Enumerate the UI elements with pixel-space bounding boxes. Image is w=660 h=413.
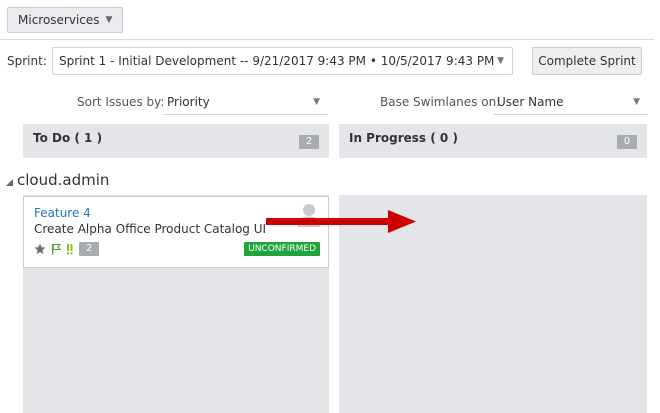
sort-issues-select[interactable]: Priority ▼ xyxy=(164,89,328,115)
sort-issues-label: Sort Issues by: xyxy=(77,95,165,109)
drag-arrow-icon xyxy=(266,210,416,233)
column-header-todo: To Do ( 1 ) 2 xyxy=(23,124,329,158)
sort-issues-value: Priority xyxy=(167,95,210,109)
flag-icon xyxy=(52,243,61,255)
swimlanes-value: User Name xyxy=(497,95,564,109)
chevron-down-icon: ▼ xyxy=(497,56,504,66)
complete-sprint-button[interactable]: Complete Sprint xyxy=(532,47,642,75)
issue-id-link[interactable]: Feature 4 xyxy=(34,206,91,220)
project-selector-button[interactable]: Microservices ▼ xyxy=(7,7,124,33)
star-icon[interactable] xyxy=(34,243,46,255)
swimlane-name: cloud.admin xyxy=(17,171,110,189)
column-count-badge: 0 xyxy=(617,135,637,149)
chevron-down-icon: ▼ xyxy=(633,97,640,107)
swimlanes-select[interactable]: User Name ▼ xyxy=(494,89,648,115)
header-divider xyxy=(0,39,654,40)
column-title: To Do ( 1 ) xyxy=(33,131,103,145)
agile-board-page: Microservices ▼ Sprint: Sprint 1 - Initi… xyxy=(0,0,660,413)
sprint-select-value: Sprint 1 - Initial Development -- 9/21/2… xyxy=(59,54,495,68)
chevron-down-icon: ▼ xyxy=(313,97,320,107)
sprint-label: Sprint: xyxy=(7,54,47,68)
sprint-select[interactable]: Sprint 1 - Initial Development -- 9/21/2… xyxy=(52,47,513,75)
priority-icon xyxy=(67,244,73,255)
column-title: In Progress ( 0 ) xyxy=(349,131,458,145)
project-selector-label: Microservices xyxy=(18,13,100,27)
issue-count-badge: 2 xyxy=(79,242,99,256)
collapse-triangle-icon[interactable] xyxy=(6,178,13,186)
swimlanes-label: Base Swimlanes on: xyxy=(380,95,501,109)
column-count-badge: 2 xyxy=(299,135,319,149)
column-header-in-progress: In Progress ( 0 ) 0 xyxy=(339,124,647,158)
issue-title: Create Alpha Office Product Catalog UI xyxy=(34,222,267,236)
chevron-down-icon: ▼ xyxy=(105,15,113,25)
status-badge: UNCONFIRMED xyxy=(244,242,320,256)
issue-icons: 2 xyxy=(34,242,99,256)
swimlane-header[interactable]: cloud.admin xyxy=(6,171,109,189)
